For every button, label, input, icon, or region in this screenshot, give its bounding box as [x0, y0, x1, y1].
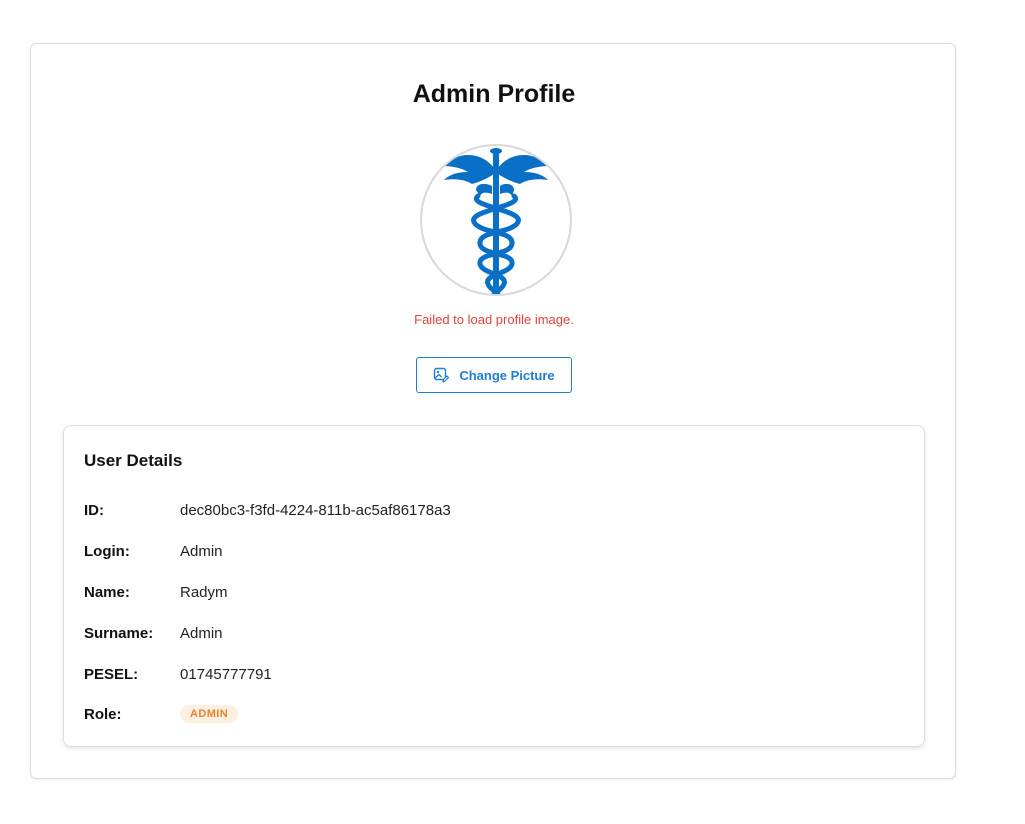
detail-label-login: Login: — [84, 542, 130, 560]
detail-label-id: ID: — [84, 501, 104, 519]
change-picture-label: Change Picture — [459, 367, 555, 383]
detail-value-surname: Admin — [180, 624, 223, 642]
image-edit-icon — [434, 367, 450, 383]
detail-row-id: ID: dec80bc3-f3fd-4224-811b-ac5af86178a3 — [84, 499, 451, 521]
detail-value-login: Admin — [180, 542, 223, 560]
detail-value-id: dec80bc3-f3fd-4224-811b-ac5af86178a3 — [180, 501, 451, 519]
role-badge: ADMIN — [180, 705, 239, 723]
detail-label-role: Role: — [84, 705, 122, 723]
user-details-title: User Details — [84, 451, 183, 470]
detail-label-surname: Surname: — [84, 624, 154, 642]
detail-row-name: Name: Radym — [84, 581, 228, 603]
detail-row-login: Login: Admin — [84, 540, 223, 562]
avatar — [420, 144, 572, 296]
profile-card: Admin Profile Failed to load profile ima… — [30, 43, 956, 779]
image-error-message: Failed to load profile image. — [414, 312, 574, 327]
detail-row-pesel: PESEL: 01745777791 — [84, 663, 272, 685]
detail-label-pesel: PESEL: — [84, 665, 139, 683]
detail-value-pesel: 01745777791 — [180, 665, 272, 683]
page-title: Admin Profile — [412, 80, 576, 108]
detail-value-name: Radym — [180, 583, 228, 601]
detail-label-name: Name: — [84, 583, 130, 601]
change-picture-button[interactable]: Change Picture — [416, 357, 572, 393]
caduceus-icon — [442, 148, 550, 294]
detail-row-role: Role: ADMIN — [84, 703, 239, 725]
user-details-card: User Details ID: dec80bc3-f3fd-4224-811b… — [63, 425, 925, 747]
detail-row-surname: Surname: Admin — [84, 622, 223, 644]
